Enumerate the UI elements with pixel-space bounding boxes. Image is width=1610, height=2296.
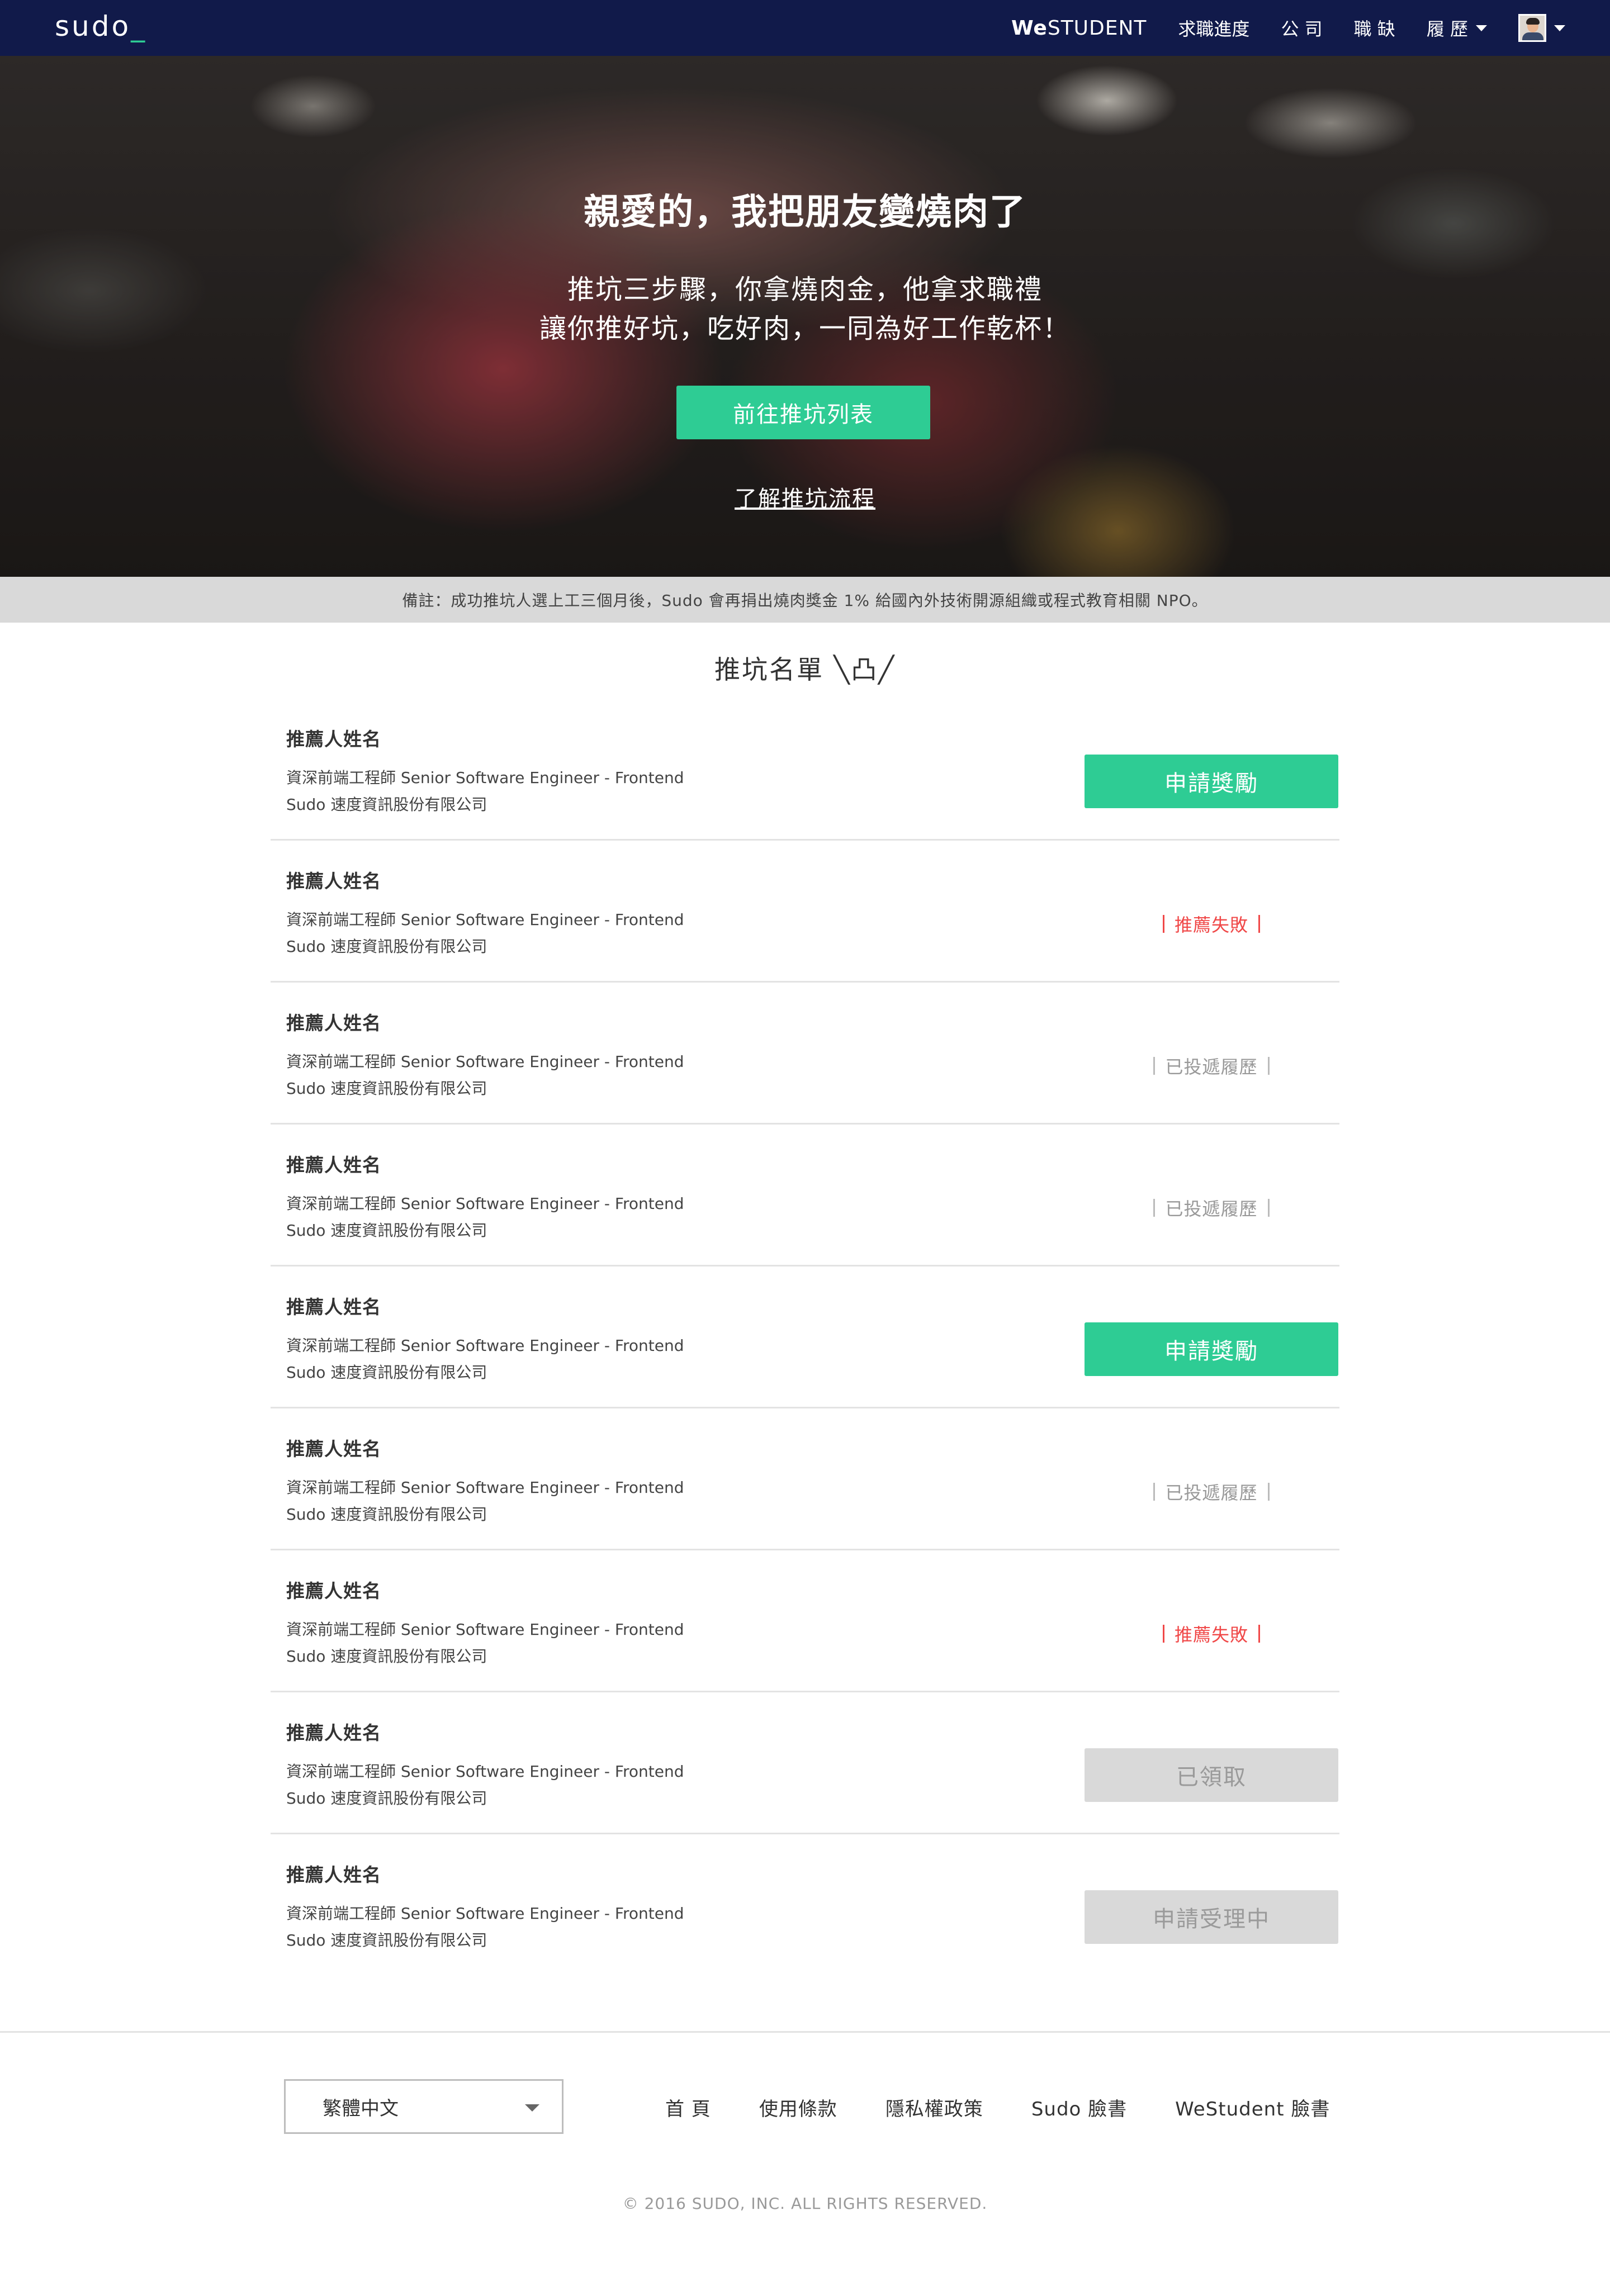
job-title: 資深前端工程師 Senior Software Engineer - Front… — [286, 1904, 684, 1923]
footer-link-terms[interactable]: 使用條款 — [759, 2094, 837, 2121]
status-failed: 推薦失敗 — [1085, 1620, 1338, 1648]
job-title: 資深前端工程師 Senior Software Engineer - Front… — [286, 1194, 684, 1213]
job-title: 資深前端工程師 Senior Software Engineer - Front… — [286, 1620, 684, 1639]
referrer-name: 推薦人姓名 — [286, 1438, 381, 1460]
company-name: Sudo 速度資訊股份有限公司 — [286, 1505, 487, 1524]
status-divider — [1153, 1057, 1156, 1075]
status-disabled-button: 申請受理中 — [1085, 1890, 1338, 1944]
status-label: 已投遞履歷 — [1165, 1056, 1258, 1078]
avatar — [1518, 14, 1546, 42]
status-failed: 推薦失敗 — [1085, 910, 1338, 938]
status-label: 已投遞履歷 — [1165, 1482, 1258, 1503]
apply-reward-button[interactable]: 申請獎勵 — [1085, 1322, 1338, 1376]
nav-links: We STUDENT 求職進度 公 司 職 缺 履 歷 — [980, 0, 1565, 56]
list-item: 推薦人姓名資深前端工程師 Senior Software Engineer - … — [271, 1125, 1339, 1266]
company-name: Sudo 速度資訊股份有限公司 — [286, 1221, 487, 1240]
job-title: 資深前端工程師 Senior Software Engineer - Front… — [286, 910, 684, 929]
hero-title: 親愛的，我把朋友變燒肉了 — [584, 192, 1026, 233]
list-item: 推薦人姓名資深前端工程師 Senior Software Engineer - … — [271, 699, 1339, 841]
status-divider — [1153, 1483, 1156, 1501]
referrer-name: 推薦人姓名 — [286, 870, 381, 892]
footer-link-westudent-facebook[interactable]: WeStudent 臉書 — [1175, 2094, 1330, 2121]
job-title: 資深前端工程師 Senior Software Engineer - Front… — [286, 1336, 684, 1355]
list-item: 推薦人姓名資深前端工程師 Senior Software Engineer - … — [271, 1266, 1339, 1408]
referrer-name: 推薦人姓名 — [286, 1580, 381, 1602]
language-select-value: 繁體中文 — [323, 2097, 399, 2120]
language-select[interactable]: 繁體中文 — [284, 2079, 564, 2134]
status-divider — [1267, 1483, 1270, 1501]
donation-note: 備註：成功推坑人選上工三個月後，Sudo 會再捐出燒肉獎金 1% 給國內外技術開… — [0, 577, 1610, 623]
chevron-down-icon — [525, 2104, 539, 2112]
sudo-logo[interactable]: sudo_ — [55, 10, 147, 42]
referrer-name: 推薦人姓名 — [286, 1296, 381, 1318]
footer-link-home[interactable]: 首 頁 — [665, 2094, 711, 2121]
nav-link-companies[interactable]: 公 司 — [1281, 15, 1322, 41]
status-disabled-button: 已領取 — [1085, 1748, 1338, 1802]
job-title: 資深前端工程師 Senior Software Engineer - Front… — [286, 769, 684, 787]
status-divider — [1258, 1625, 1260, 1643]
footer-links: 首 頁 使用條款 隱私權政策 Sudo 臉書 WeStudent 臉書 — [665, 2090, 1378, 2124]
company-name: Sudo 速度資訊股份有限公司 — [286, 1647, 487, 1666]
footer-link-privacy[interactable]: 隱私權政策 — [886, 2094, 983, 2121]
status-divider — [1258, 915, 1260, 933]
nav-link-job-progress[interactable]: 求職進度 — [1178, 15, 1249, 41]
copyright: © 2016 SUDO, INC. ALL RIGHTS RESERVED. — [622, 2194, 988, 2213]
footer-link-sudo-facebook[interactable]: Sudo 臉書 — [1031, 2094, 1127, 2121]
status-label: 推薦失敗 — [1174, 1624, 1248, 1645]
nav-resume-label: 履 歷 — [1426, 18, 1468, 40]
status-divider — [1267, 1057, 1270, 1075]
status-label: 推薦失敗 — [1174, 914, 1248, 936]
status-label: 已投遞履歷 — [1165, 1198, 1258, 1220]
footer-divider — [0, 2031, 1610, 2033]
nav-link-resume[interactable]: 履 歷 — [1427, 15, 1487, 41]
company-name: Sudo 速度資訊股份有限公司 — [286, 1931, 487, 1949]
chevron-down-icon — [1476, 25, 1487, 31]
company-name: Sudo 速度資訊股份有限公司 — [286, 1079, 487, 1098]
company-name: Sudo 速度資訊股份有限公司 — [286, 1363, 487, 1382]
nav-link-jobs[interactable]: 職 缺 — [1354, 15, 1395, 41]
top-navbar: sudo_ We STUDENT 求職進度 公 司 職 缺 履 歷 — [0, 0, 1610, 56]
company-name: Sudo 速度資訊股份有限公司 — [286, 937, 487, 956]
user-menu[interactable] — [1518, 14, 1565, 42]
referrer-name: 推薦人姓名 — [286, 728, 381, 750]
status-divider — [1162, 915, 1164, 933]
hero-subtitle-line1: 推坑三步驟，你拿燒肉金，他拿求職禮 — [567, 274, 1043, 305]
referrer-name: 推薦人姓名 — [286, 1154, 381, 1176]
list-item: 推薦人姓名資深前端工程師 Senior Software Engineer - … — [271, 1550, 1339, 1692]
list-item: 推薦人姓名資深前端工程師 Senior Software Engineer - … — [271, 983, 1339, 1125]
job-title: 資深前端工程師 Senior Software Engineer - Front… — [286, 1478, 684, 1497]
apply-reward-button[interactable]: 申請獎勵 — [1085, 755, 1338, 808]
learn-referral-process-link[interactable]: 了解推坑流程 — [0, 481, 1610, 513]
job-title: 資深前端工程師 Senior Software Engineer - Front… — [286, 1762, 684, 1781]
list-item: 推薦人姓名資深前端工程師 Senior Software Engineer - … — [271, 1692, 1339, 1834]
westudent-link[interactable]: We STUDENT — [1011, 17, 1147, 40]
chevron-down-icon — [1554, 25, 1565, 31]
list-item: 推薦人姓名資深前端工程師 Senior Software Engineer - … — [271, 1408, 1339, 1550]
status-resume-sent: 已投遞履歷 — [1085, 1194, 1338, 1222]
referrer-name: 推薦人姓名 — [286, 1012, 381, 1034]
referrer-name: 推薦人姓名 — [286, 1864, 381, 1886]
referrer-name: 推薦人姓名 — [286, 1722, 381, 1744]
job-title: 資深前端工程師 Senior Software Engineer - Front… — [286, 1052, 684, 1071]
company-name: Sudo 速度資訊股份有限公司 — [286, 795, 487, 814]
status-divider — [1267, 1199, 1270, 1217]
hero-subtitle-line2: 讓你推好坑，吃好肉，一同為好工作乾杯！ — [539, 313, 1071, 344]
status-resume-sent: 已投遞履歷 — [1085, 1478, 1338, 1506]
status-divider — [1162, 1625, 1164, 1643]
list-item: 推薦人姓名資深前端工程師 Senior Software Engineer - … — [271, 1834, 1339, 1976]
company-name: Sudo 速度資訊股份有限公司 — [286, 1789, 487, 1808]
status-resume-sent: 已投遞履歷 — [1085, 1052, 1338, 1080]
status-divider — [1153, 1199, 1156, 1217]
referral-list-title: 推坑名單 ╲凸╱ — [714, 654, 896, 685]
referral-list: 推薦人姓名資深前端工程師 Senior Software Engineer - … — [271, 699, 1339, 1976]
hero-banner: 親愛的，我把朋友變燒肉了 推坑三步驟，你拿燒肉金，他拿求職禮 讓你推好坑，吃好肉… — [0, 56, 1610, 577]
list-item: 推薦人姓名資深前端工程師 Senior Software Engineer - … — [271, 841, 1339, 983]
go-to-referral-list-button[interactable]: 前往推坑列表 — [676, 386, 930, 439]
